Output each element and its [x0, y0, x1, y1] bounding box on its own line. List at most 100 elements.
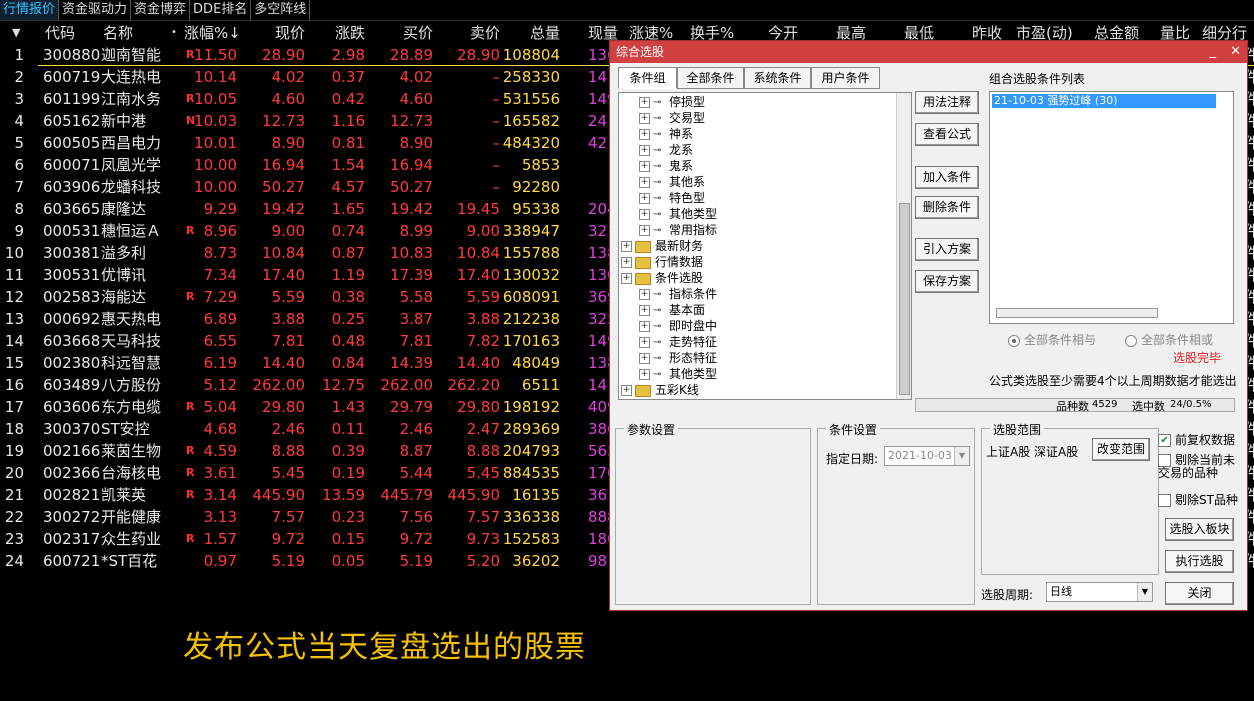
save-scheme-button[interactable]: 保存方案 [915, 270, 979, 293]
tree-node[interactable]: + ⊸ 停损型 [639, 94, 705, 110]
radio-all-or[interactable]: 全部条件相或 [1125, 331, 1213, 348]
tree-node[interactable]: + ⊸ 常用指标 [639, 222, 717, 238]
tab-fund-drive[interactable]: 资金驱动力 [59, 0, 132, 20]
expand-icon[interactable]: + [639, 193, 650, 204]
condition-settings-title: 条件设置 [826, 421, 881, 438]
import-scheme-button[interactable]: 引入方案 [915, 238, 979, 261]
list-hscrollbar[interactable] [996, 308, 1158, 318]
tree-node[interactable]: + ⊸ 形态特征 [639, 350, 717, 366]
condition-tree[interactable]: + ⊸ 停损型 + ⊸ 交易型 + ⊸ 神系 + ⊸ 龙系 + ⊸ 鬼系 + ⊸ 其他系 + ⊸ 特色型 + ⊸ 其他类型 + ⊸… [618, 92, 912, 400]
tree-node[interactable]: + ⊸ 神系 [639, 126, 693, 142]
usage-note-button[interactable]: 用法注释 [915, 91, 979, 114]
checkbox-icon[interactable] [1158, 494, 1171, 507]
expand-icon[interactable]: + [621, 273, 632, 284]
radio-or-icon[interactable] [1125, 334, 1137, 347]
expand-icon[interactable]: + [639, 161, 650, 172]
expand-icon[interactable]: + [639, 337, 650, 348]
minimize-icon[interactable]: _ [1209, 44, 1216, 59]
volume-value: 336338 [502, 508, 560, 526]
tree-node[interactable]: + ⊸ 即时盘中 [639, 318, 717, 334]
expand-icon[interactable]: + [621, 241, 632, 252]
tree-node[interactable]: + ⊸ 其他类型 [639, 206, 717, 222]
ask-value: 9.00 [466, 222, 500, 240]
tab-user-conditions[interactable]: 用户条件 [811, 67, 880, 89]
col-bid[interactable]: 买价 [375, 22, 433, 44]
stock-name: *ST百花 [101, 552, 158, 570]
list-item[interactable]: 21-10-03 强势过峰 (30) [992, 94, 1216, 108]
volume-value: 48049 [512, 354, 560, 372]
tree-node[interactable]: + ⊸ 其他类型 [639, 366, 717, 382]
tree-node[interactable]: + 条件选股 [621, 270, 703, 286]
check-exclude-suspended[interactable]: 剔除当前未交易的品种 [1158, 454, 1238, 480]
price-value: 17.40 [262, 266, 305, 284]
tree-node[interactable]: + 行情数据 [621, 254, 703, 270]
expand-icon[interactable]: + [639, 129, 650, 140]
radio-all-and[interactable]: 全部条件相与 [1008, 331, 1096, 348]
tree-node[interactable]: + ⊸ 其他系 [639, 174, 705, 190]
bid-value: 5.58 [399, 288, 433, 306]
delete-condition-button[interactable]: 删除条件 [915, 196, 979, 219]
view-formula-button[interactable]: 查看公式 [915, 123, 979, 146]
key-icon: ⊸ [653, 128, 662, 140]
col-change[interactable]: 涨跌 [310, 22, 365, 44]
tab-condition-group[interactable]: 条件组 [618, 67, 677, 89]
change-value: 1.16 [331, 112, 365, 130]
tree-node[interactable]: + 最新财务 [621, 238, 703, 254]
close-icon[interactable]: ✕ [1230, 44, 1241, 59]
col-name[interactable]: 名称 [103, 22, 133, 44]
tab-system-conditions[interactable]: 系统条件 [744, 67, 811, 89]
radio-and-icon[interactable] [1008, 334, 1020, 347]
tree-node[interactable]: + ⊸ 交易型 [639, 110, 705, 126]
tree-node[interactable]: + ⊸ 基本面 [639, 302, 705, 318]
expand-icon[interactable]: + [639, 321, 650, 332]
price-value: 5.19 [271, 552, 305, 570]
dialog-titlebar[interactable]: 综合选股 _ ✕ [610, 41, 1247, 63]
expand-icon[interactable]: + [639, 225, 650, 236]
chevron-down-icon[interactable]: ▼ [954, 447, 969, 465]
condition-list[interactable]: 21-10-03 强势过峰 (30) [989, 91, 1234, 324]
expand-icon[interactable]: + [621, 385, 632, 396]
tab-quotes[interactable]: 行情报价 [0, 0, 60, 20]
volume-value: 258330 [502, 68, 560, 86]
checkbox-checked-icon[interactable]: ✔ [1158, 434, 1171, 447]
close-button[interactable]: 关闭 [1165, 582, 1234, 605]
col-chg-pct[interactable]: 涨幅%↓ [184, 22, 241, 44]
chevron-down-icon[interactable]: ▼ [1137, 583, 1152, 601]
expand-icon[interactable]: + [639, 209, 650, 220]
tree-node[interactable]: + ⊸ 鬼系 [639, 158, 693, 174]
tab-long-short[interactable]: 多空阵线 [251, 0, 311, 20]
period-select[interactable]: 日线 ▼ [1046, 582, 1153, 602]
add-condition-button[interactable]: 加入条件 [915, 166, 979, 189]
sort-indicator[interactable]: ▼ [12, 22, 20, 44]
tree-node[interactable]: + ⊸ 指标条件 [639, 286, 717, 302]
expand-icon[interactable]: + [639, 353, 650, 364]
tree-node[interactable]: + 五彩K线 [621, 382, 699, 398]
expand-icon[interactable]: + [639, 177, 650, 188]
col-code[interactable]: 代码 [45, 22, 75, 44]
tree-scrollbar[interactable] [896, 93, 911, 399]
key-icon: ⊸ [653, 176, 662, 188]
tab-dde-rank[interactable]: DDE排名 [190, 0, 252, 20]
add-to-block-button[interactable]: 选股入板块 [1165, 518, 1234, 541]
run-screening-button[interactable]: 执行选股 [1165, 550, 1234, 573]
expand-icon[interactable]: + [639, 305, 650, 316]
tree-node[interactable]: + ⊸ 龙系 [639, 142, 693, 158]
change-range-button[interactable]: 改变范围 [1092, 438, 1150, 461]
tab-fund-game[interactable]: 资金博弈 [131, 0, 191, 20]
check-exclude-st[interactable]: 剔除ST品种 [1158, 491, 1238, 508]
check-adjusted[interactable]: ✔ 前复权数据 [1158, 431, 1235, 448]
expand-icon[interactable]: + [639, 289, 650, 300]
col-volume[interactable]: 总量 [500, 22, 560, 44]
expand-icon[interactable]: + [621, 257, 632, 268]
expand-icon[interactable]: + [639, 145, 650, 156]
tree-node[interactable]: + ⊸ 特色型 [639, 190, 705, 206]
expand-icon[interactable]: + [639, 97, 650, 108]
tab-all-conditions[interactable]: 全部条件 [677, 67, 744, 89]
tree-node[interactable]: + ⊸ 走势特征 [639, 334, 717, 350]
col-ask[interactable]: 卖价 [440, 22, 500, 44]
expand-icon[interactable]: + [639, 113, 650, 124]
col-price[interactable]: 现价 [250, 22, 305, 44]
expand-icon[interactable]: + [639, 369, 650, 380]
date-picker[interactable]: 2021-10-03 ▼ [884, 446, 970, 466]
tree-scroll-thumb[interactable] [899, 203, 910, 395]
